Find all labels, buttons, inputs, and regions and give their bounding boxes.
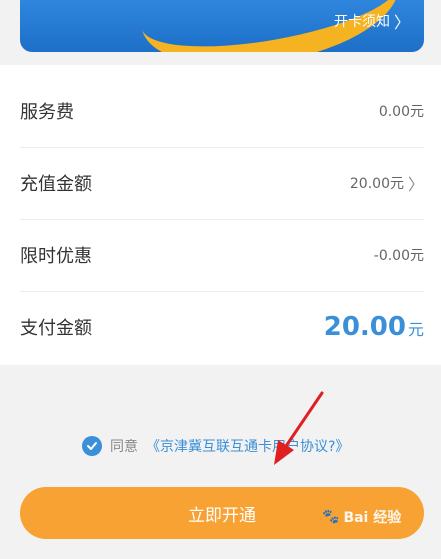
pay-amount-label: 支付金额: [20, 318, 92, 339]
agreement-prefix: 同意: [110, 439, 138, 455]
row-discount: 限时优惠 -0.00元: [20, 219, 424, 292]
agree-checkbox[interactable]: [82, 436, 102, 456]
discount-value: -0.00元: [373, 248, 424, 264]
card-notice-label: 开卡须知: [333, 14, 390, 30]
pay-amount-unit: 元: [407, 320, 424, 339]
watermark-text: Bai 经验: [343, 510, 402, 526]
agreement-link[interactable]: 《京津冀互联互通卡用户协议?》: [146, 436, 349, 456]
service-fee-value: 0.00元: [378, 104, 424, 120]
row-pay-amount: 支付金额 20.00 元: [20, 291, 424, 363]
card-banner: 开卡须知 〉: [20, 0, 424, 52]
card-notice-link[interactable]: 开卡须知 〉: [334, 9, 410, 33]
checkmark-icon: [87, 442, 97, 450]
chevron-right-icon: 〉: [393, 13, 410, 32]
paw-icon: 🐾: [322, 509, 340, 525]
recharge-amount-label: 充值金额: [20, 174, 92, 195]
service-fee-label: 服务费: [20, 102, 74, 123]
row-recharge-amount[interactable]: 充值金额 20.00元 〉: [20, 147, 424, 220]
recharge-amount-value: 20.00元: [349, 176, 404, 192]
agreement-row: 同意 《京津冀互联互通卡用户协议?》: [82, 436, 349, 456]
chevron-right-icon: 〉: [407, 175, 424, 194]
pay-amount-value: 20.00: [323, 312, 406, 342]
row-service-fee: 服务费 0.00元: [20, 75, 424, 148]
baidu-watermark: 🐾 Bai 经验: [322, 507, 401, 527]
discount-label: 限时优惠: [20, 246, 92, 267]
